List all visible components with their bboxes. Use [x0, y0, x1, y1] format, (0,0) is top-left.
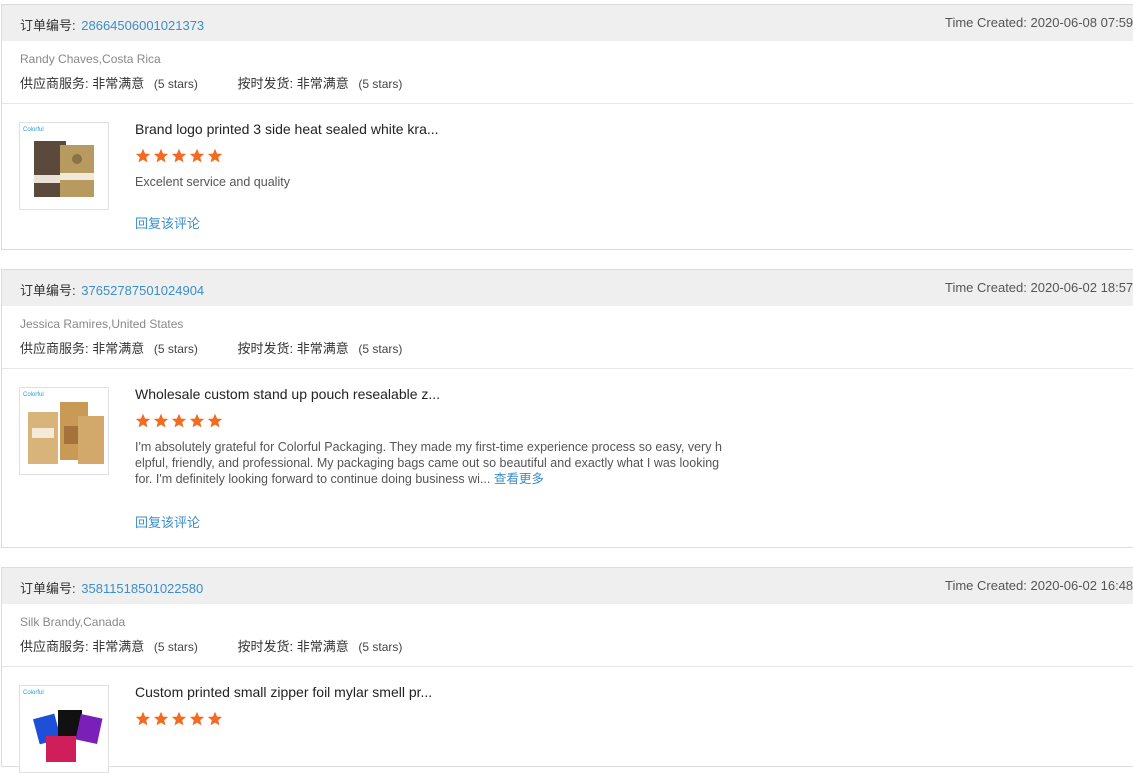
star-icon: [171, 413, 187, 428]
on-time-delivery-rating: 按时发货: 非常满意 (5 stars): [238, 73, 403, 92]
kraft-pouch-thumbnail[interactable]: Colorful: [19, 122, 109, 210]
svg-text:Colorful: Colorful: [23, 127, 44, 133]
on-time-delivery-stars: (5 stars): [358, 342, 403, 356]
review-card: 订单编号: 35811518501022580 Time Created: 20…: [1, 567, 1133, 773]
time-created-label: Time Created:: [945, 578, 1027, 593]
review-comment: I'm absolutely grateful for Colorful Pac…: [135, 439, 725, 487]
star-icon: [207, 148, 223, 163]
seller-ratings: 供应商服务: 非常满意 (5 stars) 按时发货: 非常满意 (5 star…: [20, 636, 402, 655]
order-number-label: 订单编号:: [20, 18, 76, 33]
on-time-delivery-label: 按时发货:: [237, 639, 294, 654]
supplier-service-label: 供应商服务:: [20, 639, 89, 654]
on-time-delivery-rating: 按时发货: 非常满意 (5 stars): [238, 636, 403, 655]
review-comment-text: Excelent service and quality: [135, 175, 290, 189]
time-created-value: 2020-06-08 07:59: [1030, 15, 1133, 30]
reply-review-link[interactable]: 回复该评论: [135, 213, 200, 232]
supplier-service-rating: 供应商服务: 非常满意 (5 stars): [20, 636, 198, 655]
reply-review-link[interactable]: 回复该评论: [135, 512, 200, 531]
supplier-service-value: 非常满意: [92, 76, 145, 91]
supplier-service-label: 供应商服务:: [20, 76, 89, 91]
star-rating: [135, 148, 223, 164]
order-number-link[interactable]: 37652787501024904: [81, 283, 204, 298]
on-time-delivery-stars: (5 stars): [358, 77, 403, 91]
seller-ratings: 供应商服务: 非常满意 (5 stars) 按时发货: 非常满意 (5 star…: [20, 338, 402, 357]
product-name[interactable]: Custom printed small zipper foil mylar s…: [135, 684, 432, 700]
buyer-name: Jessica Ramires,United States: [20, 317, 184, 331]
order-number-label: 订单编号:: [20, 581, 76, 596]
on-time-delivery-label: 按时发货:: [237, 76, 294, 91]
star-rating: [135, 711, 223, 727]
on-time-delivery-rating: 按时发货: 非常满意 (5 stars): [238, 338, 403, 357]
time-created-label: Time Created:: [945, 280, 1027, 295]
star-icon: [153, 148, 169, 163]
star-icon: [171, 711, 187, 726]
star-icon: [189, 413, 205, 428]
review-comment-text: I'm absolutely grateful for Colorful Pac…: [135, 440, 722, 486]
supplier-service-rating: 供应商服务: 非常满意 (5 stars): [20, 73, 198, 92]
supplier-service-stars: (5 stars): [153, 77, 198, 91]
on-time-delivery-stars: (5 stars): [358, 640, 403, 654]
svg-text:Colorful: Colorful: [23, 392, 44, 398]
mylar-bags-thumbnail[interactable]: Colorful: [19, 685, 109, 773]
review-comment: Excelent service and quality: [135, 174, 725, 190]
review-card: 订单编号: 37652787501024904 Time Created: 20…: [1, 269, 1133, 548]
product-name[interactable]: Wholesale custom stand up pouch resealab…: [135, 386, 440, 402]
order-number-label: 订单编号:: [20, 283, 76, 298]
supplier-service-value: 非常满意: [92, 341, 145, 356]
on-time-delivery-value: 非常满意: [296, 639, 349, 654]
time-created: Time Created: 2020-06-02 18:57: [945, 280, 1133, 295]
star-icon: [153, 711, 169, 726]
star-rating: [135, 413, 223, 429]
buyer-section: Jessica Ramires,United States 供应商服务: 非常满…: [2, 306, 1133, 369]
supplier-service-stars: (5 stars): [153, 640, 198, 654]
buyer-section: Randy Chaves,Costa Rica 供应商服务: 非常满意 (5 s…: [2, 41, 1133, 104]
order-number-row: 订单编号: 35811518501022580: [20, 578, 203, 597]
product-name[interactable]: Brand logo printed 3 side heat sealed wh…: [135, 121, 439, 137]
star-icon: [207, 413, 223, 428]
buyer-name: Randy Chaves,Costa Rica: [20, 52, 161, 66]
on-time-delivery-value: 非常满意: [296, 341, 349, 356]
order-header: 订单编号: 37652787501024904 Time Created: 20…: [2, 270, 1133, 306]
time-created-value: 2020-06-02 16:48: [1030, 578, 1133, 593]
on-time-delivery-value: 非常满意: [296, 76, 349, 91]
time-created-label: Time Created:: [945, 15, 1027, 30]
stand-up-pouch-thumbnail[interactable]: Colorful: [19, 387, 109, 475]
star-icon: [153, 413, 169, 428]
star-icon: [135, 413, 151, 428]
supplier-service-label: 供应商服务:: [20, 341, 89, 356]
order-number-link[interactable]: 35811518501022580: [81, 581, 203, 596]
on-time-delivery-label: 按时发货:: [237, 341, 294, 356]
supplier-service-value: 非常满意: [92, 639, 145, 654]
supplier-service-rating: 供应商服务: 非常满意 (5 stars): [20, 338, 198, 357]
buyer-name: Silk Brandy,Canada: [20, 615, 126, 629]
review-card: 订单编号: 28664506001021373 Time Created: 20…: [1, 4, 1133, 250]
star-icon: [207, 711, 223, 726]
star-icon: [189, 148, 205, 163]
time-created: Time Created: 2020-06-08 07:59: [945, 15, 1133, 30]
order-header: 订单编号: 28664506001021373 Time Created: 20…: [2, 5, 1133, 41]
order-number-row: 订单编号: 28664506001021373: [20, 15, 204, 34]
time-created: Time Created: 2020-06-02 16:48: [945, 578, 1133, 593]
star-icon: [189, 711, 205, 726]
svg-text:Colorful: Colorful: [23, 690, 44, 696]
see-more-link[interactable]: 查看更多: [494, 472, 544, 486]
time-created-value: 2020-06-02 18:57: [1030, 280, 1133, 295]
star-icon: [171, 148, 187, 163]
order-number-row: 订单编号: 37652787501024904: [20, 280, 204, 299]
seller-ratings: 供应商服务: 非常满意 (5 stars) 按时发货: 非常满意 (5 star…: [20, 73, 402, 92]
buyer-section: Silk Brandy,Canada 供应商服务: 非常满意 (5 stars)…: [2, 604, 1133, 667]
supplier-service-stars: (5 stars): [153, 342, 198, 356]
order-header: 订单编号: 35811518501022580 Time Created: 20…: [2, 568, 1133, 604]
order-number-link[interactable]: 28664506001021373: [81, 18, 204, 33]
star-icon: [135, 711, 151, 726]
star-icon: [135, 148, 151, 163]
